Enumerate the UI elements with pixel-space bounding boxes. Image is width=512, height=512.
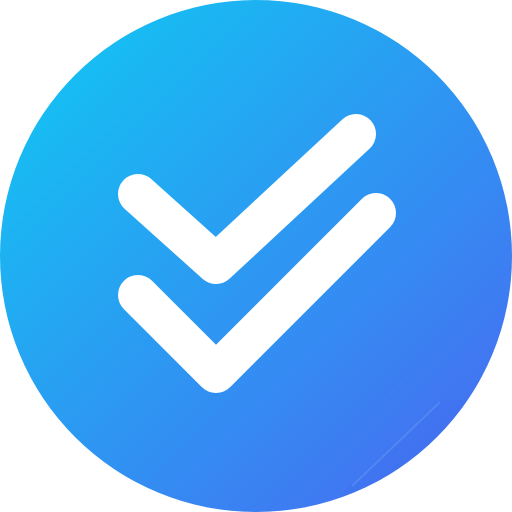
double-check-icon <box>0 0 512 512</box>
app-icon <box>0 0 512 512</box>
